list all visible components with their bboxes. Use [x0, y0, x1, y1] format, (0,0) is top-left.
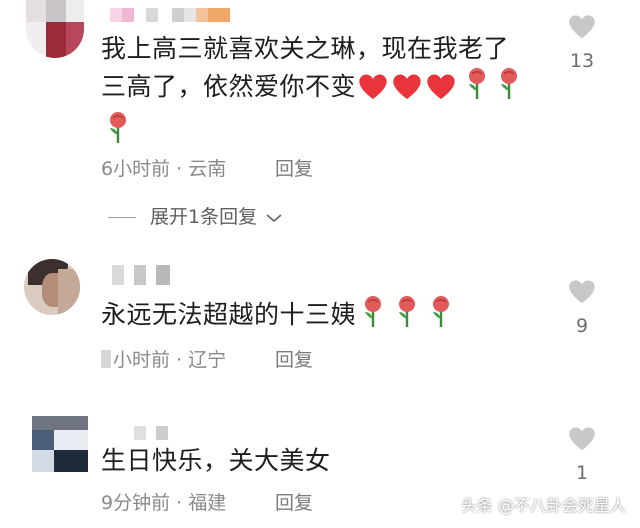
username-blurred[interactable] [112, 265, 170, 285]
comment-location: 云南 [188, 158, 227, 180]
comment-text-line: 我上高三就喜欢关之琳，现在我老了 [101, 34, 510, 63]
rose-emoji [496, 67, 522, 111]
meta-separator: · [176, 158, 183, 180]
comment-location: 辽宁 [188, 349, 227, 371]
like-button[interactable]: 1 [562, 424, 602, 484]
like-button[interactable]: 13 [562, 12, 602, 72]
rose-emoji [360, 295, 386, 339]
avatar[interactable] [32, 416, 88, 472]
comment-text: 永远无法超越的十三姨 [101, 295, 541, 339]
comment-text-fragment: 永远无法超越的十三姨 [101, 300, 357, 329]
rose-emoji [105, 111, 131, 155]
like-count: 13 [569, 50, 595, 72]
like-heart-icon [562, 277, 602, 305]
comment-meta: 小时前 · 辽宁 回复 [101, 345, 313, 372]
comment-text: 我上高三就喜欢关之琳，现在我老了 三高了，依然爱你不变 [101, 30, 541, 155]
reply-button[interactable]: 回复 [275, 154, 313, 181]
comment-location: 福建 [188, 492, 227, 514]
comment-time: 6小时前 [101, 158, 171, 180]
comment-meta: 9分钟前 · 福建 回复 [101, 488, 313, 515]
reply-button[interactable]: 回复 [275, 345, 313, 372]
expand-dash [108, 217, 136, 218]
like-count: 9 [575, 315, 589, 337]
avatar[interactable] [26, 0, 84, 58]
heart-emoji [424, 71, 458, 111]
like-count: 1 [575, 462, 589, 484]
avatar-mosaic [26, 0, 84, 58]
meta-separator: · [176, 492, 183, 514]
rose-emoji [464, 67, 490, 111]
expand-replies-label: 展开1条回复 [150, 206, 258, 228]
heart-emoji [390, 71, 424, 111]
reply-button[interactable]: 回复 [275, 488, 313, 515]
chevron-down-icon [265, 207, 283, 229]
expand-replies-button[interactable]: 展开1条回复 [108, 202, 283, 229]
username-blurred[interactable] [110, 8, 230, 22]
watermark: 头条 @不八卦会死星人 [460, 496, 626, 515]
avatar[interactable] [24, 259, 80, 315]
like-heart-icon [562, 12, 602, 40]
like-button[interactable]: 9 [562, 277, 602, 337]
comment-time: 小时前 [113, 349, 171, 371]
comment-text-fragment: 三高了，依然爱你不变 [101, 72, 357, 101]
rose-emoji [394, 295, 420, 339]
comment-time: 9分钟前 [101, 492, 171, 514]
redacted-mark [101, 350, 111, 368]
comment-text-line: 三高了，依然爱你不变 [101, 67, 541, 111]
comment-item: 永远无法超越的十三姨 小时前 · 辽宁 回复 9 [0, 255, 640, 385]
comment-text-line [101, 111, 541, 155]
rose-emoji [428, 295, 454, 339]
comment-text: 生日快乐，关大美女 [101, 446, 331, 475]
heart-emoji [356, 71, 390, 111]
like-heart-icon [562, 424, 602, 452]
comment-item: 我上高三就喜欢关之琳，现在我老了 三高了，依然爱你不变 6小时前 · 云南 回复… [0, 0, 640, 240]
comment-meta: 6小时前 · 云南 回复 [101, 154, 313, 181]
meta-separator: · [176, 349, 183, 371]
username-blurred[interactable] [134, 426, 174, 440]
